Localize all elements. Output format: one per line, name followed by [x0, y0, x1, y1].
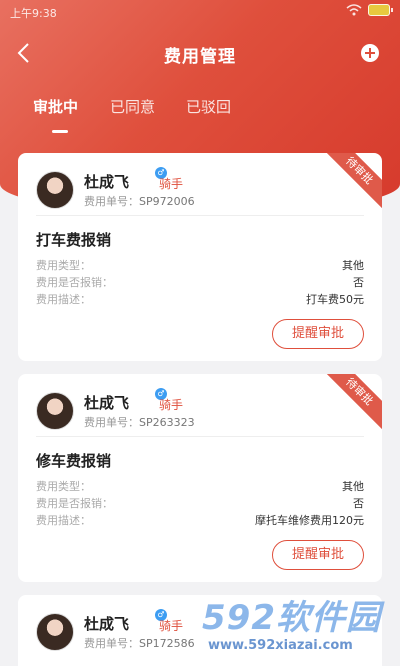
avatar: [36, 392, 74, 430]
status-time: 上午9:38: [10, 7, 57, 20]
tab-approved[interactable]: 已同意: [110, 96, 155, 117]
order-number: 费用单号：SP263323: [84, 416, 195, 429]
avatar: [36, 613, 74, 651]
status-bar: 上午9:38: [0, 0, 400, 24]
battery-icon: [368, 4, 393, 16]
user-name: 杜成飞: [84, 615, 130, 633]
info-row-description: 费用描述： 打车费50元: [36, 293, 364, 306]
tab-pending[interactable]: 审批中: [33, 96, 78, 117]
expense-title: 修车费报销: [36, 452, 112, 470]
avatar: [36, 171, 74, 209]
user-role: 骑手: [159, 177, 184, 191]
tab-rejected[interactable]: 已驳回: [186, 96, 231, 117]
navigation-bar: 费用管理: [0, 36, 400, 70]
watermark-logo: 592软件园 www.592xiazai.com: [196, 590, 400, 666]
order-number: 费用单号：SP172586: [84, 637, 195, 650]
expense-card[interactable]: 待审批 杜成飞 ♂ 骑手 费用单号：SP263323 修车费报销 费用类型： 其他…: [18, 374, 382, 582]
user-name: 杜成飞: [84, 394, 130, 412]
info-row-reimbursed: 费用是否报销：否: [36, 276, 364, 289]
user-role: 骑手: [159, 398, 184, 412]
wifi-icon: [346, 4, 362, 16]
order-number: 费用单号：SP972006: [84, 195, 195, 208]
info-row-type: 费用类型： 其他: [36, 259, 364, 272]
user-info: 杜成飞 ♂ 骑手 费用单号：SP263323: [36, 388, 366, 432]
page-title: 费用管理: [164, 47, 236, 67]
divider: [36, 215, 364, 216]
add-icon[interactable]: [361, 44, 379, 62]
expense-title: 打车费报销: [36, 231, 112, 249]
user-info: 杜成飞 ♂ 骑手 费用单号：SP972006: [36, 167, 366, 211]
tab-indicator: [52, 130, 68, 133]
divider: [36, 436, 364, 437]
info-row-type: 费用类型： 其他: [36, 480, 364, 493]
expense-card[interactable]: 待审批 杜成飞 ♂ 骑手 费用单号：SP972006 打车费报销 费用类型： 其他…: [18, 153, 382, 361]
remind-approval-button[interactable]: 提醒审批: [272, 319, 364, 349]
user-name: 杜成飞: [84, 173, 130, 191]
info-row-description: 费用描述： 摩托车维修费用120元: [36, 514, 364, 527]
status-icons: [346, 4, 393, 16]
watermark-url: www.592xiazai.com: [208, 638, 353, 653]
info-row-reimbursed: 费用是否报销：否: [36, 497, 364, 510]
remind-approval-button[interactable]: 提醒审批: [272, 540, 364, 570]
user-role: 骑手: [159, 619, 184, 633]
watermark-text: 592软件园: [202, 598, 381, 638]
